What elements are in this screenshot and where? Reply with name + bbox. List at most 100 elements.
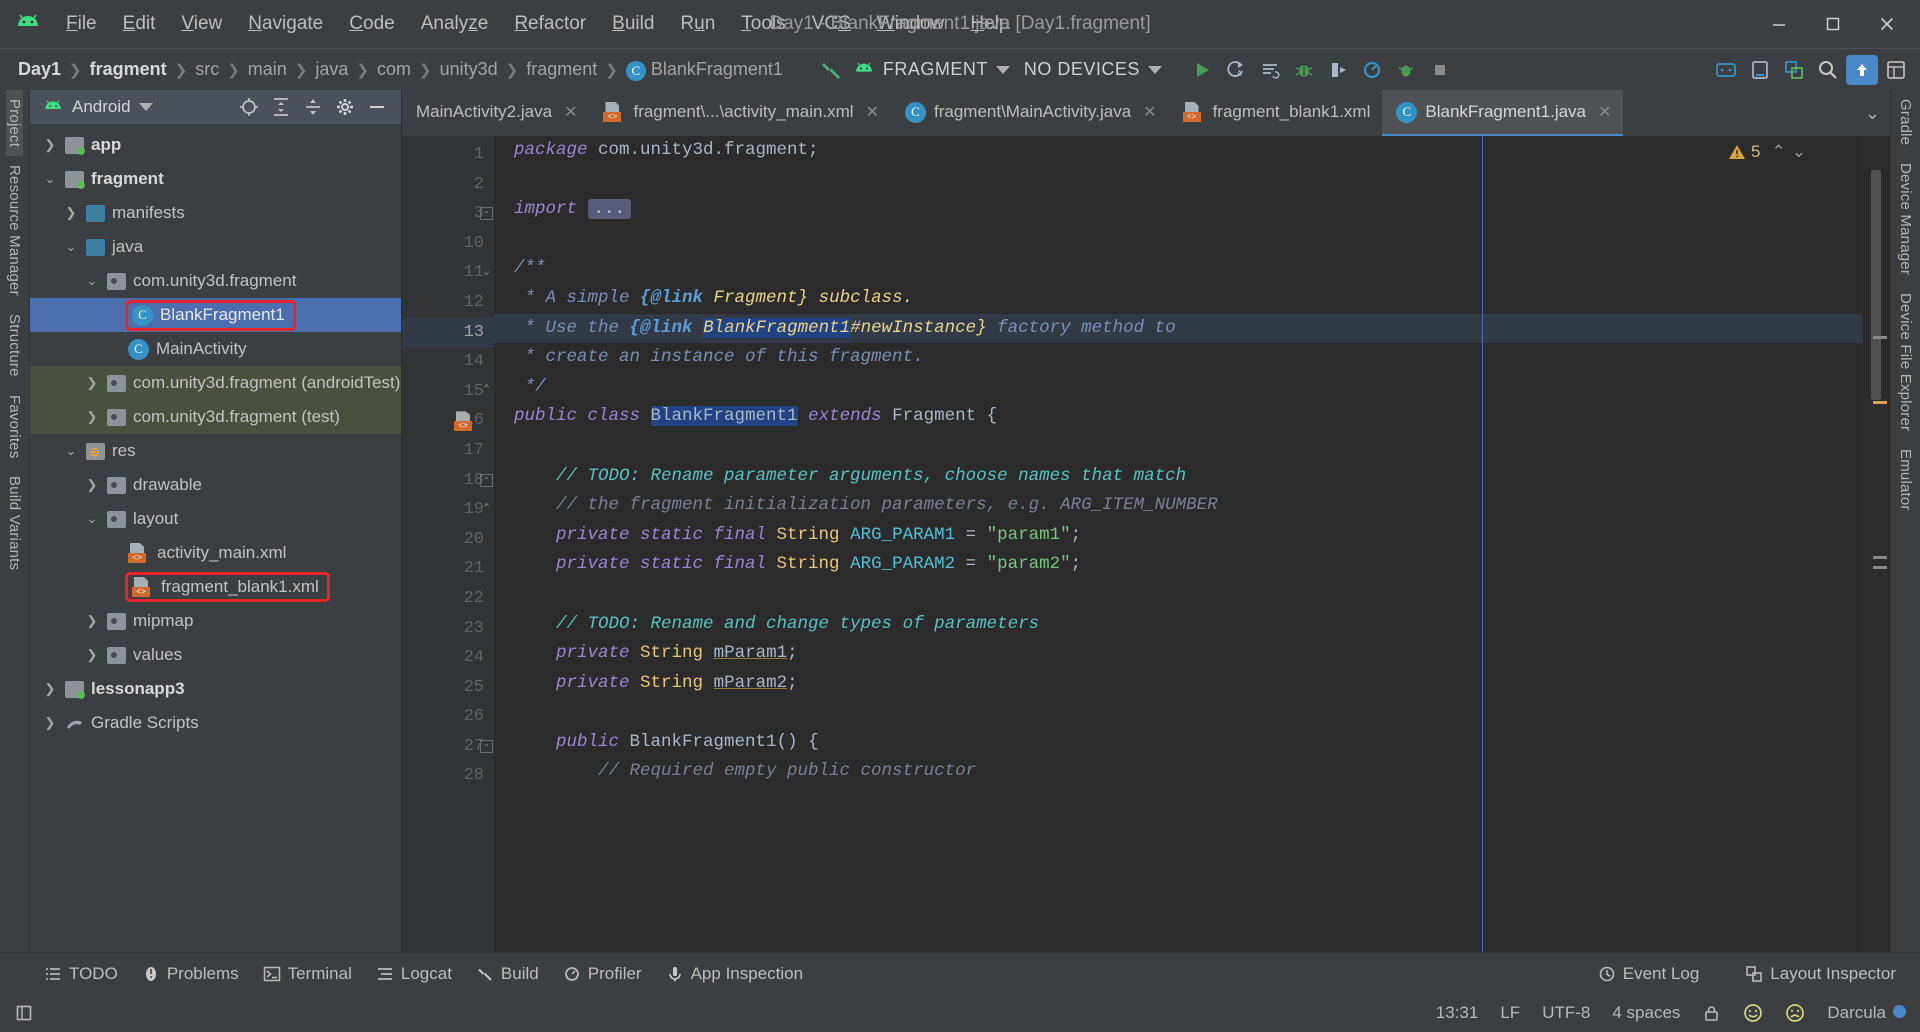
gutter-line-2[interactable]: 2 — [402, 170, 494, 200]
tool-window-todo[interactable]: TODO — [34, 960, 128, 988]
collapse-all-icon[interactable] — [303, 97, 323, 117]
code-line-14[interactable]: * create an instance of this fragment. — [494, 343, 1862, 373]
project-tree[interactable]: ❯ app ⌄ fragment ❯ manifests ⌄ java ⌄ com.unity3d… — [30, 124, 401, 952]
gutter-line-27[interactable]: 27- — [402, 732, 494, 762]
gutter-line-12[interactable]: 12 — [402, 288, 494, 318]
gutter-line-19[interactable]: 19 ⌃ — [402, 495, 494, 525]
chevron-right-icon[interactable]: ❯ — [84, 613, 100, 629]
expand-all-icon[interactable] — [271, 97, 291, 117]
tool-window-terminal[interactable]: Terminal — [253, 960, 362, 988]
breadcrumb-item-java[interactable]: java — [309, 57, 354, 82]
chevron-right-icon[interactable]: ❯ — [84, 477, 100, 493]
menu-refactor[interactable]: Refactor — [502, 8, 598, 40]
tree-node-layout[interactable]: ⌄ layout — [30, 502, 401, 536]
tree-node-fragment-blank1-xml[interactable]: <> fragment_blank1.xml — [30, 570, 401, 604]
breadcrumb-item-fragment[interactable]: fragment — [84, 57, 173, 82]
code-line-20[interactable]: private static final String ARG_PARAM1 =… — [494, 521, 1862, 551]
line-number-gutter[interactable]: 1 2 3-10 11 ⌄ 12 13 14 15 ⌃ 16 <> 17 18-19 ⌃ 20 21 22 23 24… — [402, 136, 494, 952]
menu-view[interactable]: View — [169, 8, 234, 40]
tree-node-blankfragment1[interactable]: C BlankFragment1 — [30, 298, 401, 332]
breadcrumb-item-src[interactable]: src — [189, 57, 225, 82]
stop-button[interactable] — [1424, 55, 1456, 85]
tree-node-res[interactable]: ⌄ res — [30, 434, 401, 468]
code-line-10[interactable] — [494, 225, 1862, 255]
rail-emulator[interactable]: Emulator — [1897, 440, 1914, 520]
tree-node-values[interactable]: ❯ values — [30, 638, 401, 672]
chevron-down-icon[interactable]: ⌄ — [63, 239, 79, 255]
run-configuration-selector[interactable]: FRAGMENT — [847, 59, 1016, 80]
scrollbar-thumb[interactable] — [1871, 170, 1881, 400]
chevron-right-icon[interactable]: ❯ — [42, 681, 58, 697]
tool-window-event-log[interactable]: Event Log — [1588, 960, 1710, 988]
code-line-2[interactable] — [494, 166, 1862, 196]
attach-debugger-icon[interactable] — [1322, 55, 1354, 85]
rail-gradle[interactable]: Gradle — [1897, 90, 1914, 154]
menu-edit[interactable]: Edit — [111, 8, 168, 40]
tree-node-activity-main-xml[interactable]: <> activity_main.xml — [30, 536, 401, 570]
rail-device-file-explorer[interactable]: Device File Explorer — [1897, 284, 1914, 440]
menu-build[interactable]: Build — [600, 8, 666, 40]
close-tab-icon[interactable]: ✕ — [1598, 102, 1611, 122]
code-lines[interactable]: package com.unity3d.fragment; import ...… — [494, 136, 1862, 787]
gutter-line-1[interactable]: 1 — [402, 140, 494, 170]
caret-down-icon[interactable] — [1147, 65, 1162, 74]
gutter-line-17[interactable]: 17 — [402, 436, 494, 466]
rail-favorites[interactable]: Favorites — [6, 386, 23, 468]
tool-window-profiler[interactable]: Profiler — [553, 960, 652, 988]
code-line-18[interactable]: // TODO: Rename parameter arguments, cho… — [494, 462, 1862, 492]
gutter-line-25[interactable]: 25 — [402, 673, 494, 703]
editor-tab-fragment-----activity-main-xml[interactable]: <> fragment\...\activity_main.xml ✕ — [589, 90, 891, 136]
debug-button[interactable] — [1288, 55, 1320, 85]
project-structure-icon[interactable] — [1880, 55, 1912, 85]
editor-tab-bar[interactable]: MainActivity2.java ✕ <> fragment\...\activi… — [402, 90, 1890, 136]
tree-node-com-unity3d-fragment--test-[interactable]: ❯ com.unity3d.fragment (test) — [30, 400, 401, 434]
settings-gear-icon[interactable] — [335, 97, 355, 117]
code-line-22[interactable] — [494, 580, 1862, 610]
tree-node-app[interactable]: ❯ app — [30, 128, 401, 162]
search-everywhere-icon[interactable] — [1812, 55, 1844, 85]
tree-node-mainactivity[interactable]: C MainActivity — [30, 332, 401, 366]
change-marker[interactable] — [1873, 566, 1887, 569]
indent-label[interactable]: 4 spaces — [1612, 1003, 1680, 1023]
code-line-23[interactable]: // TODO: Rename and change types of para… — [494, 610, 1862, 640]
breadcrumb-item-day1[interactable]: Day1 — [12, 57, 67, 82]
close-tab-icon[interactable]: ✕ — [866, 102, 879, 122]
rail-device-manager[interactable]: Device Manager — [1897, 154, 1914, 284]
tree-node-com-unity3d-fragment--androidtest-[interactable]: ❯ com.unity3d.fragment (androidTest) — [30, 366, 401, 400]
close-button[interactable] — [1864, 6, 1910, 42]
gutter-line-21[interactable]: 21 — [402, 554, 494, 584]
breadcrumb[interactable]: Day1 ❯ fragment ❯ src ❯ main ❯ java ❯ com ❯ unity3d ❯… — [12, 57, 789, 83]
project-view-selector-label[interactable]: Android — [72, 97, 131, 117]
chevron-right-icon[interactable]: ❯ — [84, 375, 100, 391]
layout-inspector-icon[interactable] — [1778, 55, 1810, 85]
chevron-right-icon[interactable]: ❯ — [42, 715, 58, 731]
encoding-label[interactable]: UTF-8 — [1542, 1003, 1590, 1023]
menu-file[interactable]: File — [54, 8, 109, 40]
chevron-down-icon[interactable]: ⌄ — [42, 171, 58, 187]
code-line-19[interactable]: // the fragment initialization parameter… — [494, 491, 1862, 521]
code-line-28[interactable]: // Required empty public constructor — [494, 757, 1862, 787]
hide-toolwindows-icon[interactable] — [14, 1003, 34, 1023]
code-line-3[interactable]: import ... — [494, 195, 1862, 225]
tool-window-build[interactable]: Build — [466, 960, 549, 988]
code-line-11[interactable]: /** — [494, 254, 1862, 284]
gutter-line-22[interactable]: 22 — [402, 584, 494, 614]
code-line-27[interactable]: public BlankFragment1() { — [494, 728, 1862, 758]
editor-tab-fragment-blank1-xml[interactable]: <> fragment_blank1.xml — [1169, 90, 1383, 136]
gutter-line-11[interactable]: 11 ⌄ — [402, 258, 494, 288]
tree-node-mipmap[interactable]: ❯ mipmap — [30, 604, 401, 638]
breadcrumb-item-fragment[interactable]: fragment — [520, 57, 603, 82]
fold-collapse-icon[interactable]: - — [480, 207, 493, 221]
tab-overflow-button[interactable]: ⌄ — [1865, 90, 1890, 136]
tree-node-java[interactable]: ⌄ java — [30, 230, 401, 264]
run-coverage-icon[interactable] — [1390, 55, 1422, 85]
sad-face-icon[interactable] — [1785, 1003, 1805, 1023]
code-line-21[interactable]: private static final String ARG_PARAM2 =… — [494, 550, 1862, 580]
tree-node-drawable[interactable]: ❯ drawable — [30, 468, 401, 502]
hide-panel-icon[interactable] — [367, 97, 387, 117]
rail-resource-manager[interactable]: Resource Manager — [6, 156, 23, 305]
avd-manager-icon[interactable] — [1710, 55, 1742, 85]
apply-code-changes-icon[interactable] — [1254, 55, 1286, 85]
code-line-16[interactable]: public class BlankFragment1 extends Frag… — [494, 402, 1862, 432]
code-line-24[interactable]: private String mParam1; — [494, 639, 1862, 669]
